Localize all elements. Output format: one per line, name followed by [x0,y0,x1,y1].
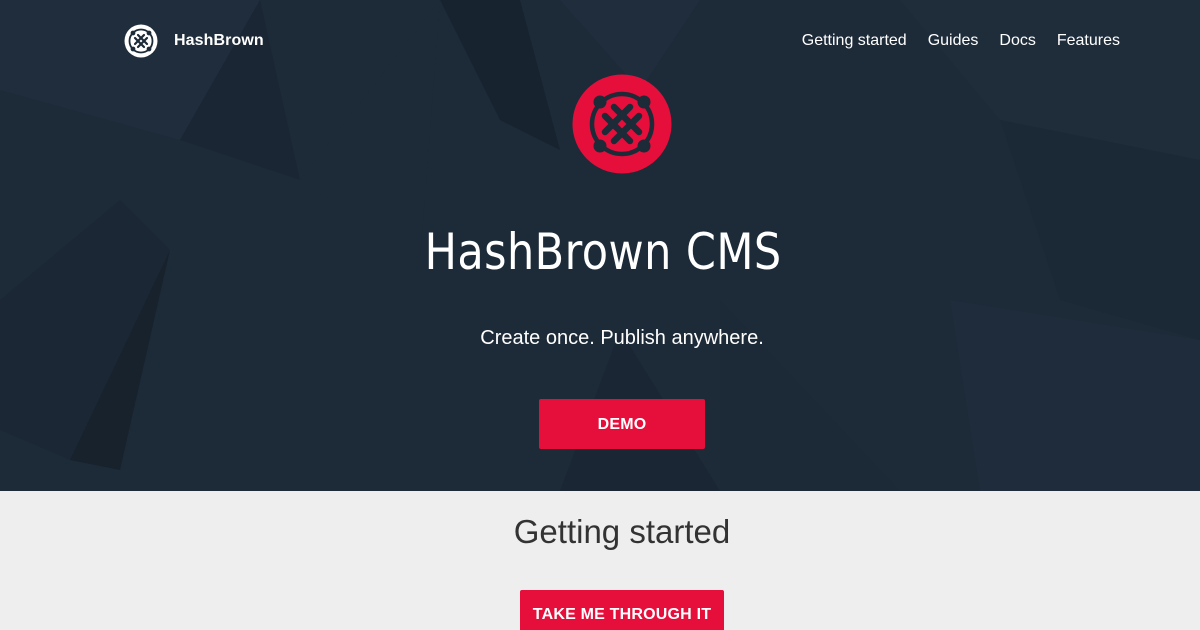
hero-title: HashBrown CMS [424,223,782,281]
main-nav: Getting started Guides Docs Features [802,31,1120,51]
demo-button[interactable]: DEMO [539,399,705,449]
hashbrown-logo-icon [572,74,672,174]
nav-getting-started[interactable]: Getting started [802,31,907,51]
nav-guides[interactable]: Guides [928,31,979,51]
getting-started-title: Getting started [513,513,731,550]
hero-tagline: Create once. Publish anywhere. [480,327,764,349]
take-me-through-it-button[interactable]: TAKE ME THROUGH IT [520,590,724,630]
brand-link[interactable]: HashBrown [124,24,264,58]
page: HashBrown Getting started Guides Docs Fe… [0,0,1200,630]
brand-name: HashBrown [174,32,264,49]
hero-section: HashBrown Getting started Guides Docs Fe… [0,0,1200,491]
nav-docs[interactable]: Docs [999,31,1035,51]
nav-features[interactable]: Features [1057,31,1120,51]
hashbrown-logo-icon [124,24,158,58]
